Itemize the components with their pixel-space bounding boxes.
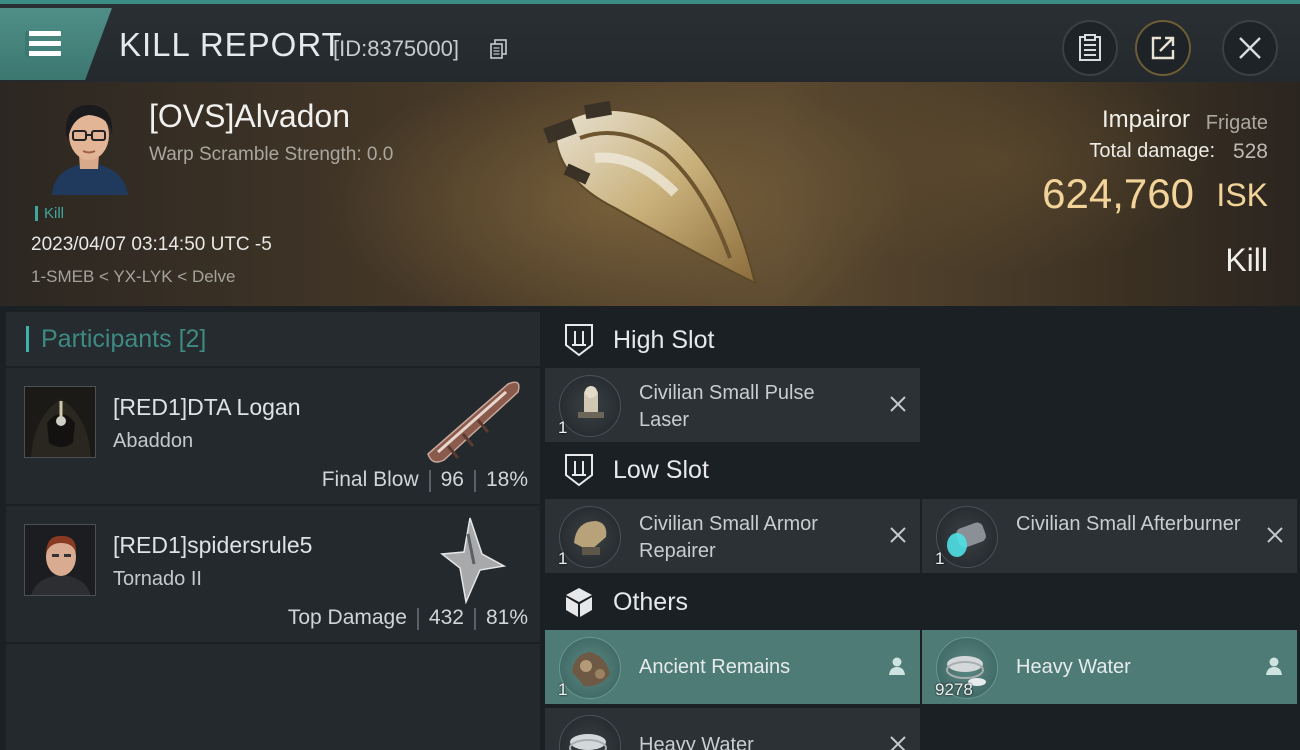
total-damage-label: Total damage: — [1089, 140, 1215, 162]
participants-panel: Participants [2] [RED1]DTA Logan Abaddon… — [6, 312, 540, 750]
destroyed-x-icon — [1267, 527, 1283, 543]
low-slot-icon — [565, 454, 593, 487]
participant-name: [RED1]DTA Logan — [113, 394, 301, 420]
participant-percent: 18% — [485, 468, 528, 491]
kill-summary-banner: [OVS]Alvadon Warp Scramble Strength: 0.0… — [0, 82, 1300, 306]
top-bar: KILL REPORT [ID:8375000] — [0, 0, 1300, 82]
menu-button[interactable] — [0, 8, 112, 80]
participant-ship-image — [440, 517, 507, 604]
item-name: Heavy Water — [639, 734, 754, 750]
fitting-panel: High Slot 1 Civilian Small Pulse Laser L… — [545, 312, 1300, 750]
close-icon — [1239, 37, 1261, 59]
item-icon — [559, 637, 621, 699]
destroyed-x-icon — [890, 396, 906, 412]
cargo-item[interactable]: 1 Ancient Remains — [545, 630, 920, 704]
participant-damage: 432 — [428, 606, 464, 629]
warp-scramble-strength: Warp Scramble Strength: 0.0 — [149, 144, 394, 165]
participants-title: Participants [2] — [26, 326, 206, 352]
high-slot-title: High Slot — [613, 326, 715, 354]
divider — [416, 608, 419, 630]
participant-portrait — [24, 386, 96, 458]
fitted-item[interactable]: 1 Civilian Small Armor Repairer — [545, 499, 920, 573]
fitted-item[interactable]: 1 Civilian Small Pulse Laser — [545, 368, 920, 442]
cargo-item[interactable]: 9278 Heavy Water — [922, 630, 1297, 704]
kill-location[interactable]: 1-SMEB < YX-LYK < Delve — [31, 267, 235, 287]
total-damage-value: 528 — [1232, 140, 1268, 163]
item-quantity: 1 — [935, 549, 945, 568]
item-icon — [559, 375, 621, 437]
item-name: Ancient Remains — [639, 656, 791, 678]
person-icon — [1266, 657, 1282, 675]
participant-stats: Top Damage 432 81% — [288, 606, 528, 630]
victim-avatar[interactable] — [44, 95, 134, 195]
kill-datetime: 2023/04/07 03:14:50 UTC -5 — [31, 234, 272, 255]
item-name: Heavy Water — [1016, 656, 1131, 678]
high-slot-header: High Slot — [545, 312, 1300, 368]
item-quantity: 9278 — [935, 680, 973, 699]
destroyed-x-icon — [890, 527, 906, 543]
kill-tag: Kill — [35, 206, 64, 221]
close-button[interactable] — [1222, 20, 1278, 76]
destroyed-x-icon — [890, 736, 906, 750]
fitted-item[interactable]: 1 Civilian Small Afterburner — [922, 499, 1297, 573]
item-icon — [559, 715, 621, 750]
participant-portrait — [24, 524, 96, 596]
victim-ship-class: Frigate — [1205, 112, 1268, 134]
participant-percent: 81% — [485, 606, 528, 629]
low-slot-title: Low Slot — [613, 456, 709, 484]
participant-role: Top Damage — [287, 606, 407, 629]
divider — [473, 470, 476, 492]
participant-ship: Tornado II — [113, 568, 202, 590]
report-id: [ID:8375000] — [333, 36, 459, 61]
page-title: KILL REPORT — [119, 26, 343, 63]
cargo-item[interactable]: Heavy Water — [545, 708, 920, 750]
item-quantity: 1 — [558, 680, 568, 699]
divider — [473, 608, 476, 630]
participant-stats: Final Blow 96 18% — [322, 468, 528, 492]
share-button[interactable] — [1135, 20, 1191, 76]
item-icon — [559, 506, 621, 568]
copy-icon[interactable] — [490, 39, 508, 59]
isk-unit: ISK — [1216, 177, 1268, 213]
participants-empty-area — [6, 644, 540, 750]
isk-value: 624,760 — [1042, 170, 1194, 217]
participant-damage: 96 — [440, 468, 464, 491]
item-name: Civilian Small Afterburner — [1016, 513, 1241, 535]
others-title: Others — [613, 588, 689, 616]
participant-ship: Abaddon — [113, 430, 194, 452]
participants-header: Participants [2] — [6, 312, 540, 366]
victim-name[interactable]: [OVS]Alvadon — [149, 98, 350, 135]
high-slot-icon — [565, 324, 593, 357]
participant-ship-image — [427, 381, 520, 463]
item-name: Civilian Small Pulse Laser — [639, 382, 815, 431]
low-slot-header: Low Slot — [545, 442, 1300, 498]
victim-ship-name[interactable]: Impairor — [1102, 106, 1190, 134]
item-quantity: 1 — [558, 418, 568, 437]
item-quantity: 1 — [558, 549, 568, 568]
item-name: Civilian Small Armor Repairer — [639, 513, 818, 562]
victim-ship-image — [543, 100, 757, 285]
participant-card[interactable]: [RED1]DTA Logan Abaddon Final Blow 96 18… — [6, 368, 540, 504]
cargo-box-icon — [566, 588, 592, 617]
clipboard-button[interactable] — [1062, 20, 1118, 76]
share-icon — [1151, 36, 1175, 60]
person-icon — [889, 657, 905, 675]
participant-card[interactable]: [RED1]spidersrule5 Tornado II Top Damage… — [6, 506, 540, 642]
divider — [428, 470, 431, 492]
item-icon — [936, 506, 998, 568]
menu-icon — [25, 31, 61, 57]
others-header: Others — [545, 574, 1300, 630]
participant-role: Final Blow — [321, 468, 419, 491]
kill-result: Kill — [1225, 242, 1268, 278]
participant-name: [RED1]spidersrule5 — [113, 532, 313, 558]
clipboard-icon — [1079, 34, 1101, 61]
